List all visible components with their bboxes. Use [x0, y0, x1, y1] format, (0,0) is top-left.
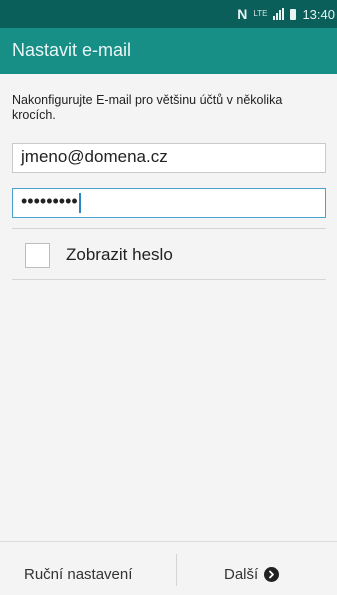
- password-field[interactable]: •••••••••: [12, 188, 326, 218]
- next-label: Další: [224, 566, 259, 583]
- signal-icon: [273, 8, 285, 20]
- email-field[interactable]: jmeno@domena.cz: [12, 143, 326, 173]
- page-title: Nastavit e-mail: [12, 40, 132, 60]
- show-password-checkbox[interactable]: [25, 243, 50, 268]
- text-cursor: [78, 192, 81, 213]
- chevron-right-icon: [264, 567, 280, 582]
- action-bar: Nastavit e-mail: [0, 28, 337, 74]
- bottom-bar: Ruční nastavení Další: [0, 541, 337, 595]
- email-value: jmeno@domena.cz: [21, 147, 168, 166]
- show-password-label[interactable]: Zobrazit heslo: [66, 245, 173, 265]
- button-separator: [176, 554, 177, 586]
- status-bar: N LTE 13:40: [0, 0, 337, 28]
- setup-description: Nakonfigurujte E-mail pro většinu účtů v…: [12, 93, 283, 122]
- next-button[interactable]: Další: [224, 566, 280, 583]
- nfc-icon: N: [237, 6, 248, 22]
- divider: [12, 228, 326, 229]
- manual-setup-button[interactable]: Ruční nastavení: [24, 566, 132, 583]
- lte-icon: LTE: [253, 9, 268, 18]
- battery-icon: [290, 8, 297, 20]
- status-icons: N LTE 13:40: [237, 0, 337, 28]
- password-value: •••••••••: [21, 191, 78, 211]
- clock: 13:40: [302, 6, 335, 22]
- divider: [12, 279, 326, 280]
